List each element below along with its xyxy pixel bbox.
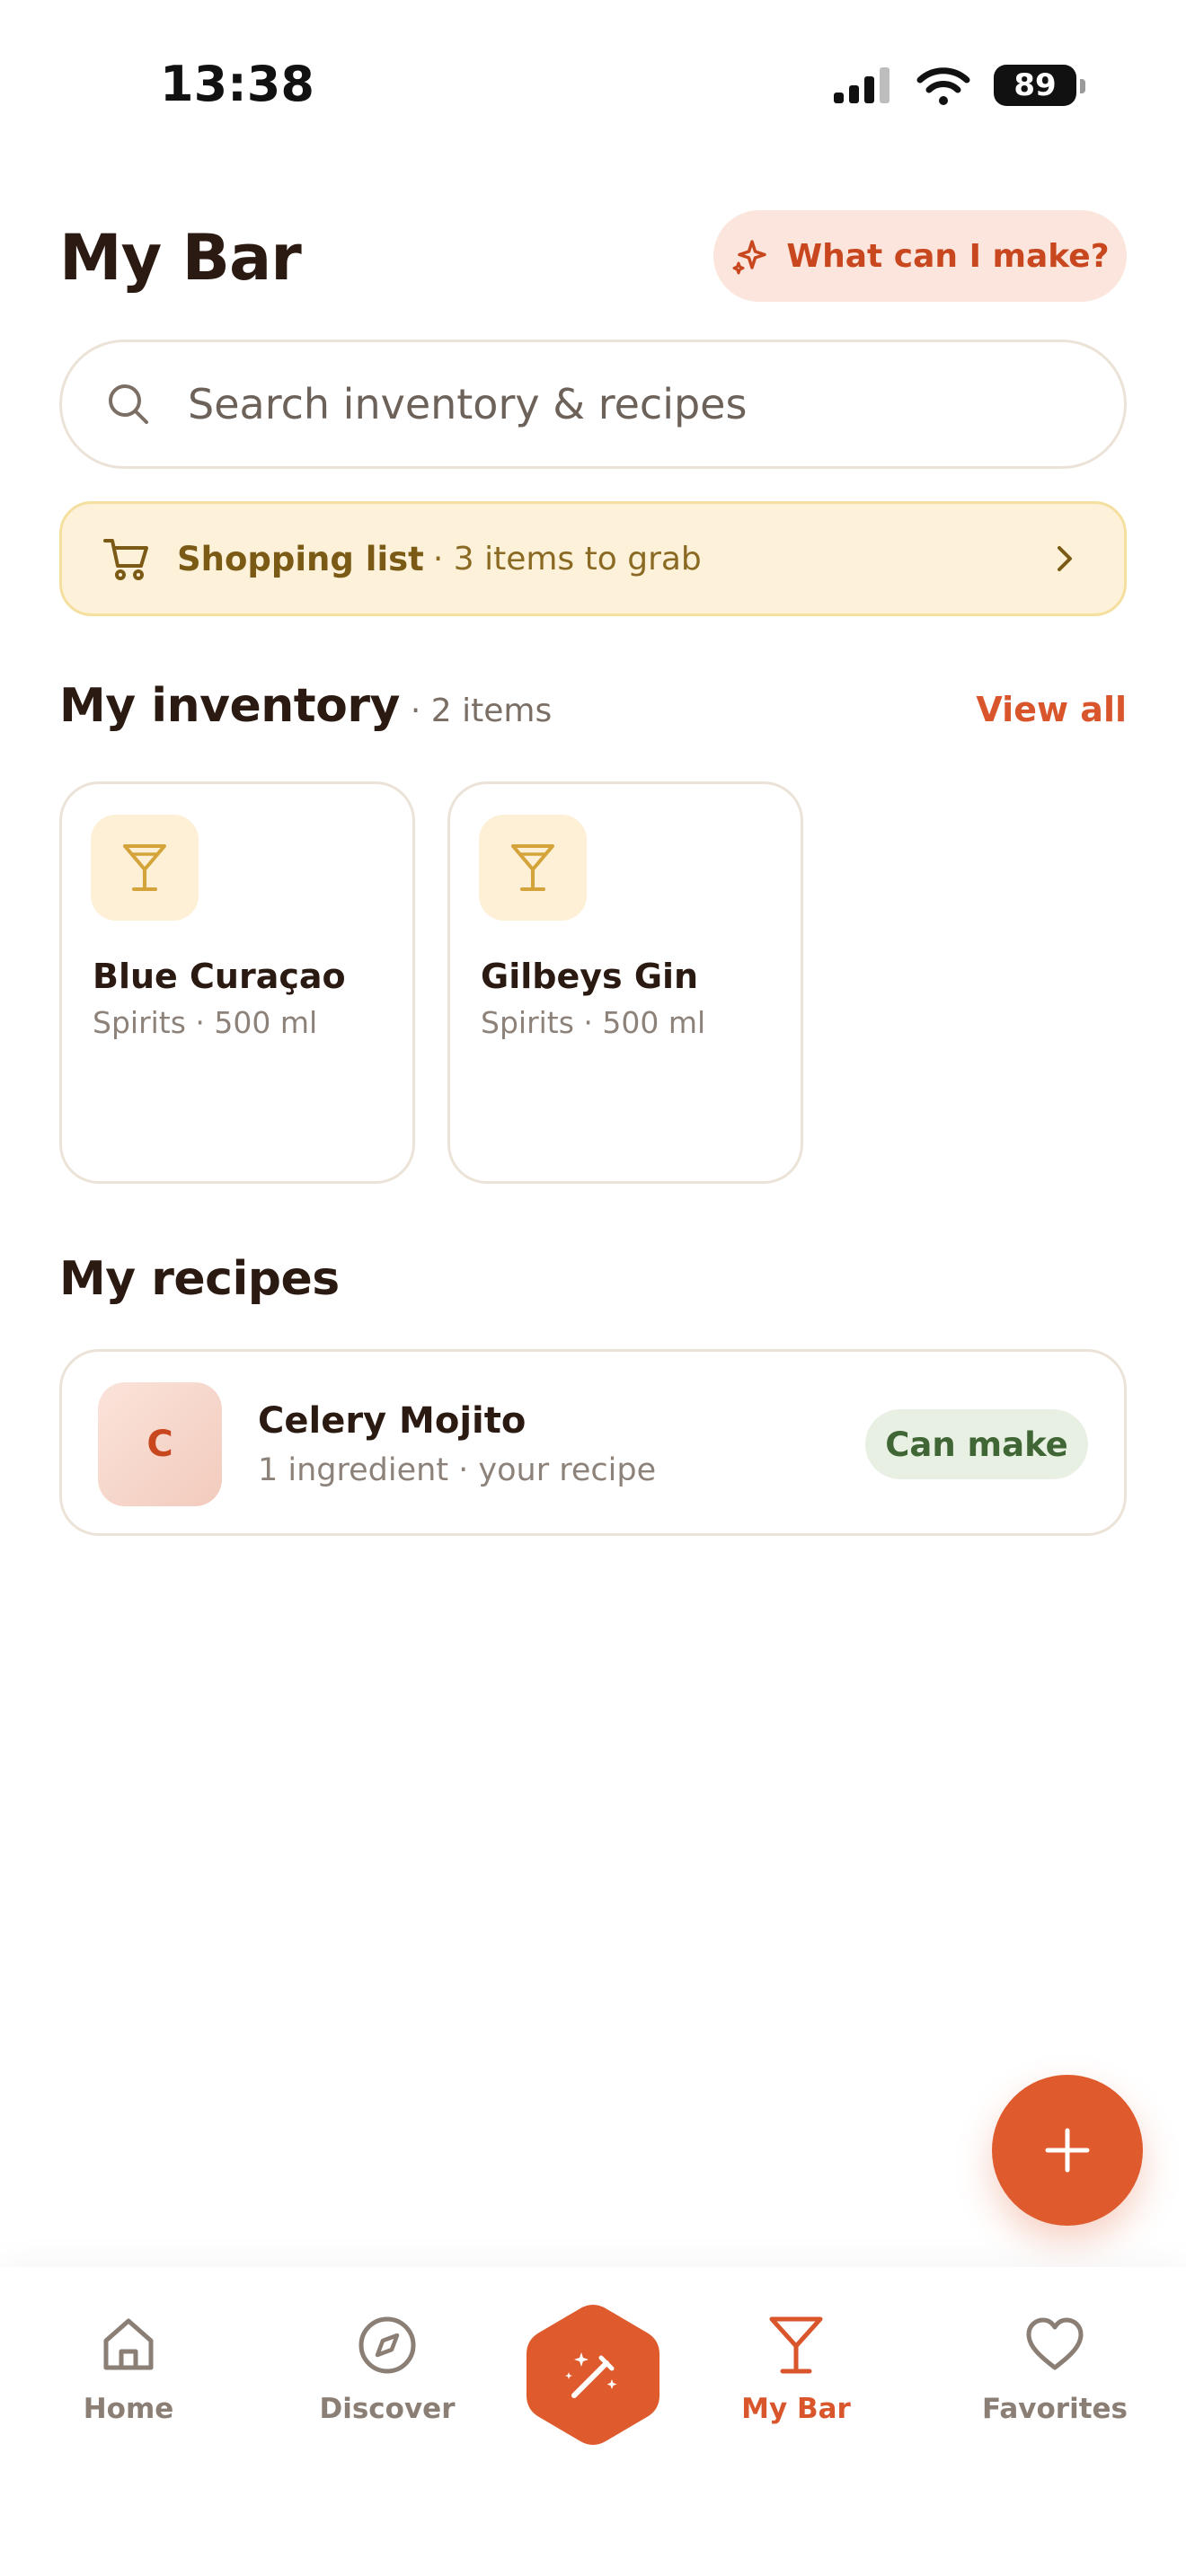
add-fab-button[interactable] bbox=[992, 2075, 1143, 2226]
inventory-count: · 2 items bbox=[410, 693, 553, 729]
tab-discover[interactable]: Discover bbox=[297, 2314, 477, 2425]
plus-icon bbox=[1045, 2128, 1090, 2173]
tab-favorites-label: Favorites bbox=[982, 2393, 1128, 2425]
shopping-list-label: Shopping list bbox=[177, 539, 424, 578]
inventory-card[interactable]: Blue Curaçao Spirits · 500 ml bbox=[59, 781, 415, 1184]
shopping-cart-icon bbox=[103, 539, 148, 580]
inventory-card[interactable]: Gilbeys Gin Spirits · 500 ml bbox=[447, 781, 803, 1184]
sparkles-icon bbox=[732, 240, 767, 275]
heart-icon bbox=[1026, 2317, 1084, 2370]
tab-favorites[interactable]: Favorites bbox=[965, 2314, 1145, 2425]
page-title: My Bar bbox=[59, 221, 302, 295]
recipes-header: My recipes bbox=[59, 1252, 1127, 1306]
inventory-item-meta: Spirits · 500 ml bbox=[93, 1005, 318, 1040]
search-icon bbox=[109, 384, 148, 424]
inventory-header: My inventory · 2 items View all bbox=[59, 679, 1127, 733]
tab-my-bar[interactable]: My Bar bbox=[706, 2314, 886, 2425]
recipe-avatar: C bbox=[98, 1382, 222, 1506]
search-placeholder: Search inventory & recipes bbox=[188, 380, 748, 428]
status-icons: 89 bbox=[834, 65, 1085, 106]
inventory-title: My inventory bbox=[59, 679, 400, 733]
what-can-i-make-button[interactable]: What can I make? bbox=[713, 210, 1127, 302]
tab-home-label: Home bbox=[83, 2393, 174, 2425]
search-input[interactable]: Search inventory & recipes bbox=[59, 340, 1127, 469]
tab-my-bar-label: My Bar bbox=[741, 2393, 851, 2425]
tab-discover-label: Discover bbox=[319, 2393, 456, 2425]
view-all-link[interactable]: View all bbox=[976, 690, 1127, 729]
inventory-item-icon bbox=[479, 815, 587, 921]
recipes-title: My recipes bbox=[59, 1252, 340, 1306]
inventory-item-name: Blue Curaçao bbox=[93, 957, 346, 996]
inventory-item-name: Gilbeys Gin bbox=[481, 957, 699, 996]
magic-wand-icon bbox=[565, 2352, 617, 2398]
home-icon bbox=[103, 2318, 154, 2370]
shopping-list-banner[interactable]: Shopping list · 3 items to grab bbox=[59, 501, 1127, 616]
magic-wand-button[interactable] bbox=[525, 2303, 661, 2447]
martini-glass-icon bbox=[511, 844, 554, 891]
recipe-meta: 1 ingredient · your recipe bbox=[258, 1452, 657, 1488]
cellular-signal-icon bbox=[834, 67, 890, 103]
compass-icon bbox=[358, 2316, 416, 2374]
wifi-icon bbox=[916, 67, 970, 105]
inventory-item-meta: Spirits · 500 ml bbox=[481, 1005, 706, 1040]
inventory-item-icon bbox=[91, 815, 199, 921]
can-make-badge: Can make bbox=[865, 1409, 1088, 1479]
status-bar: 13:38 89 bbox=[0, 0, 1186, 171]
bottom-tab-bar: Home Discover My Bar Favorites bbox=[0, 2267, 1186, 2576]
tab-home[interactable]: Home bbox=[39, 2314, 218, 2425]
chevron-right-icon bbox=[1058, 546, 1072, 571]
recipe-name: Celery Mojito bbox=[258, 1400, 527, 1442]
shopping-list-summary: · 3 items to grab bbox=[432, 540, 702, 578]
what-can-i-make-label: What can I make? bbox=[786, 237, 1110, 275]
martini-glass-icon bbox=[123, 844, 166, 891]
recipe-card[interactable]: C Celery Mojito 1 ingredient · your reci… bbox=[59, 1349, 1127, 1536]
status-time: 13:38 bbox=[160, 56, 314, 112]
battery-indicator: 89 bbox=[994, 65, 1085, 106]
martini-glass-icon bbox=[769, 2316, 823, 2374]
battery-level: 89 bbox=[1013, 67, 1057, 103]
